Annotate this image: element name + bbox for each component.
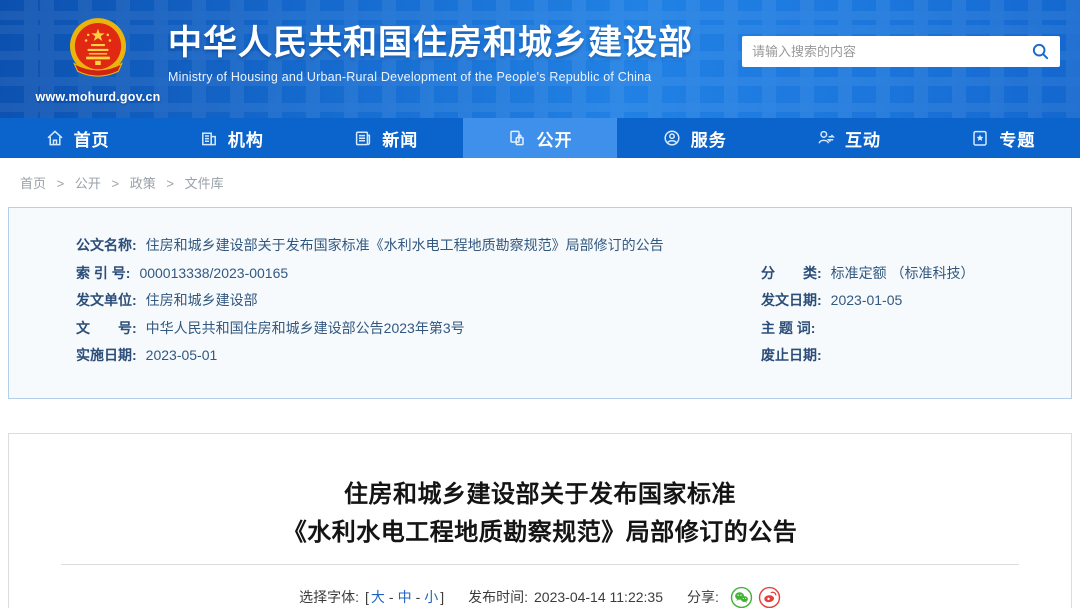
font-selector-label: 选择字体: [299,589,359,606]
nav-item-label: 机构 [227,130,264,150]
article-title: 住房和城乡建设部关于发布国家标准 《水利水电工程地质勘察规范》局部修订的公告 [9,476,1071,552]
nav-item-label: 专题 [999,130,1036,150]
breadcrumb-current: 文件库 [184,176,224,191]
site-search [742,36,1060,67]
font-size-selector: 选择字体: [ 大 - 中 - 小 ] [299,587,444,607]
share-label: 分享: [686,589,719,606]
search-input[interactable] [752,44,1031,59]
article-title-line2: 《水利水电工程地质勘察规范》局部修订的公告 [282,518,798,546]
nav-item-label: 首页 [73,130,110,150]
doc-category-row: 分 类: 标准定额 （标准科技） [761,264,975,281]
share-group: 分享: [687,586,781,608]
site-url: www.mohurd.gov.cn [35,90,161,104]
breadcrumb-separator: > [166,176,174,191]
nav-item-topics[interactable]: 专题 [926,118,1080,158]
search-icon[interactable] [1031,42,1050,61]
publish-time: 发布时间: 2023-04-14 11:22:35 [468,587,663,607]
interaction-icon [816,128,836,148]
main-nav: 首页 机构 新闻 公开 服务 互动 专题 [0,118,1080,158]
breadcrumb-separator: > [56,176,65,191]
doc-index-row: 索 引 号: 000013338/2023-00165 [76,264,289,281]
breadcrumb-policy[interactable]: 政策 [130,176,156,191]
doc-title-value: 住房和城乡建设部关于发布国家标准《水利水电工程地质勘察规范》局部修订的公告 [145,237,664,253]
site-header: www.mohurd.gov.cn 中华人民共和国住房和城乡建设部 Minist… [0,0,1080,118]
nav-item-label: 公开 [536,130,573,150]
home-icon [45,128,65,148]
title-divider [61,563,1019,565]
breadcrumb-separator: > [111,176,120,191]
font-size-large-button[interactable]: 大 [371,587,385,607]
nav-item-interaction[interactable]: 互动 [771,118,925,158]
doc-repeal-date-row: 废止日期: [761,347,822,364]
nav-item-organization[interactable]: 机构 [154,118,308,158]
service-icon [662,128,682,148]
article-meta-row: 选择字体: [ 大 - 中 - 小 ] 发布时间: 2023-04-14 11:… [9,586,1071,608]
doc-keywords-row: 主 题 词: [761,319,816,336]
nav-item-label: 服务 [690,130,727,150]
doc-issue-date-row: 发文日期: 2023-01-05 [761,292,903,309]
site-title-block: 中华人民共和国住房和城乡建设部 Ministry of Housing and … [168,14,693,84]
font-size-medium-button[interactable]: 中 [398,587,412,607]
doc-info-grid: 索 引 号: 000013338/2023-00165 分 类: 标准定额 （标准科… [9,260,1071,370]
publish-time-label: 发布时间: [468,589,529,606]
topics-icon [970,128,990,148]
doc-effective-date-row: 实施日期: 2023-05-01 [76,347,218,364]
doc-title-row: 公文名称: 住房和城乡建设部关于发布国家标准《水利水电工程地质勘察规范》局部修订的… [9,232,1071,260]
mohurd-gov-page: www.mohurd.gov.cn 中华人民共和国住房和城乡建设部 Minist… [0,0,1080,608]
nav-item-label: 互动 [845,130,882,150]
doc-issuer-row: 发文单位: 住房和城乡建设部 [76,292,258,309]
disclosure-icon [507,128,527,148]
nav-item-label: 新闻 [382,130,419,150]
breadcrumb-home[interactable]: 首页 [20,176,46,191]
article-panel: 住房和城乡建设部关于发布国家标准 《水利水电工程地质勘察规范》局部修订的公告 选… [8,432,1072,608]
national-emblem-icon [70,18,126,77]
organization-icon [199,128,219,148]
news-icon [353,128,373,148]
doc-number-row: 文 号: 中华人民共和国住房和城乡建设部公告2023年第3号 [76,319,465,336]
nav-item-disclosure[interactable]: 公开 [462,118,618,158]
font-selector-close-bracket: ] [440,589,445,606]
font-selector-separator: - [415,589,421,606]
document-info-panel: 公文名称: 住房和城乡建设部关于发布国家标准《水利水电工程地质勘察规范》局部修订的… [8,207,1072,399]
doc-title-label: 公文名称: [76,237,137,253]
font-selector-open-bracket: [ [365,589,369,606]
font-selector-separator: - [388,589,394,606]
nav-item-news[interactable]: 新闻 [309,118,463,158]
site-subtitle-en: Ministry of Housing and Urban-Rural Deve… [168,69,652,84]
site-logo-block: www.mohurd.gov.cn [34,14,162,104]
site-title: 中华人民共和国住房和城乡建设部 [168,24,693,62]
nav-item-service[interactable]: 服务 [617,118,771,158]
breadcrumb-disclosure[interactable]: 公开 [75,176,101,191]
font-size-small-button[interactable]: 小 [424,587,438,607]
wechat-icon[interactable] [730,586,753,608]
publish-time-value: 2023-04-14 11:22:35 [534,589,663,606]
nav-item-home[interactable]: 首页 [0,118,154,158]
weibo-icon[interactable] [758,586,781,608]
article-title-line1: 住房和城乡建设部关于发布国家标准 [344,480,736,508]
breadcrumb: 首页 > 公开 > 政策 > 文件库 [0,158,1080,204]
